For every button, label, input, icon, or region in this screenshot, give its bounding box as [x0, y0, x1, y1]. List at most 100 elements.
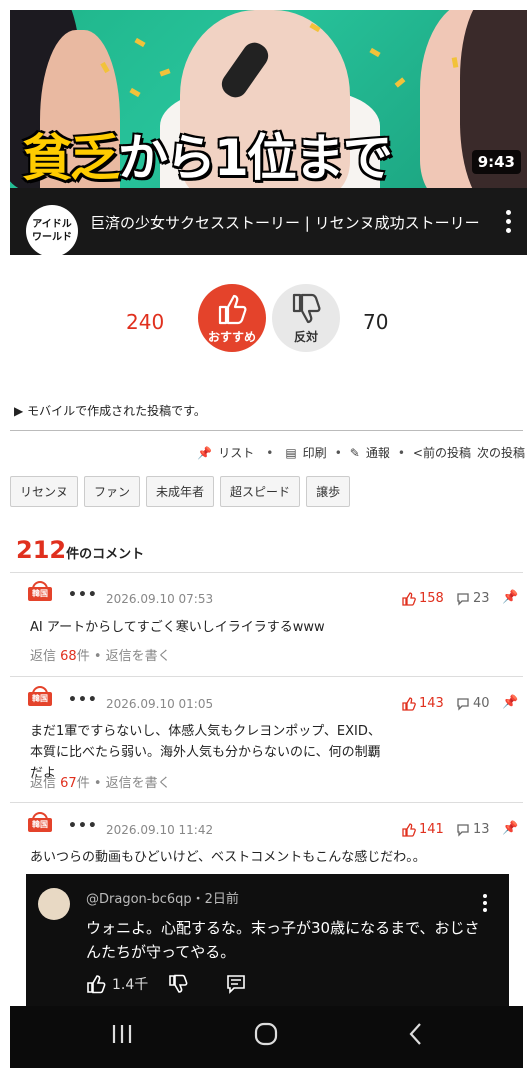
- comment-like-button[interactable]: 141: [402, 822, 444, 837]
- upvote-button[interactable]: おすすめ: [198, 284, 266, 352]
- tag-item[interactable]: 譲歩: [306, 476, 351, 507]
- comment-like-button[interactable]: 143: [402, 696, 444, 711]
- reply-count[interactable]: 67: [60, 776, 77, 791]
- reply-comment-icon: [227, 975, 246, 994]
- headline-white: から1位まで: [118, 129, 393, 187]
- tag-item[interactable]: ファン: [84, 476, 141, 507]
- home-icon[interactable]: [253, 1021, 279, 1047]
- comment-reply-count: 23: [473, 591, 490, 606]
- thumbs-up-icon: [402, 696, 416, 711]
- avatar: [38, 888, 70, 920]
- comment-reply-button[interactable]: 13: [456, 822, 490, 837]
- comment-like-count: 143: [419, 696, 444, 711]
- reply-prefix[interactable]: 返信: [30, 649, 56, 664]
- confetti-shape: [159, 68, 171, 77]
- confetti-shape: [369, 47, 381, 58]
- reply-prefix[interactable]: 返信: [30, 776, 56, 791]
- tag-item[interactable]: 超スピード: [220, 476, 301, 507]
- video-duration: 9:43: [471, 150, 521, 174]
- channel-avatar[interactable]: アイドル ワールド: [26, 205, 78, 255]
- prev-post-link[interactable]: <前の投稿: [413, 444, 471, 461]
- comment-reply-button[interactable]: 40: [456, 696, 490, 711]
- mobile-note-text: モバイルで作成された投稿です。: [27, 404, 206, 418]
- report-link[interactable]: 通報: [366, 444, 390, 461]
- country-badge-icon: 韓国: [28, 812, 52, 834]
- tag-list: リセンヌ ファン 未成年者 超スピード 譲歩: [10, 476, 351, 507]
- comment-meta: 返信 67件 • 返信を書く: [30, 772, 171, 791]
- thumbs-down-icon: [292, 293, 321, 324]
- mobile-post-note: ▶ モバイルで作成された投稿です。: [14, 402, 206, 419]
- speech-bubble-icon: [457, 592, 469, 606]
- comment-date: 2026.09.10 07:53: [106, 592, 214, 606]
- comment-date: 2026.09.10 11:42: [106, 823, 214, 837]
- back-icon[interactable]: [406, 1021, 426, 1047]
- comment-reply-button[interactable]: 23: [456, 591, 490, 606]
- list-link[interactable]: リスト: [218, 444, 254, 461]
- thumbnail-headline: 貧乏から1位まで: [22, 118, 393, 188]
- pin-icon[interactable]: 📌: [502, 695, 518, 710]
- play-arrow-icon: ▶: [14, 404, 24, 418]
- vote-section: 240 おすすめ 反対 70: [0, 282, 531, 362]
- comment-reply-count: 13: [473, 822, 490, 837]
- video-title[interactable]: 巨済の少女サクセスストーリー | リセンヌ成功ストーリー: [90, 212, 490, 233]
- separator-dot: •: [266, 445, 274, 460]
- system-nav-bar: [10, 1006, 523, 1068]
- separator-dot: •: [397, 445, 405, 460]
- print-icon: ▤: [285, 445, 297, 460]
- comment-count: 212件のコメント: [16, 536, 144, 564]
- reply-suffix[interactable]: 件: [77, 649, 90, 664]
- pin-icon[interactable]: 📌: [502, 821, 518, 836]
- next-post-link[interactable]: 次の投稿: [477, 444, 525, 461]
- yt-time: ・2日前: [191, 892, 239, 907]
- comment-item: 韓国 ••• 2026.09.10 01:05 143 40 📌 まだ1軍ですら…: [10, 676, 523, 802]
- comment-like-count: 158: [419, 591, 444, 606]
- country-badge-icon: 韓国: [28, 581, 52, 603]
- print-link[interactable]: 印刷: [303, 444, 327, 461]
- thumbs-up-icon: [402, 591, 416, 606]
- more-vert-icon: [483, 894, 489, 915]
- comment-meta: 返信 68件 • 返信を書く: [30, 645, 171, 664]
- speech-bubble-icon: [457, 697, 469, 711]
- downvote-button[interactable]: 反対: [272, 284, 340, 352]
- thumbs-up-icon: [218, 294, 247, 325]
- comment-text: あいつらの動画もひどいけど、ベストコメントもこんな感じだわ。。: [30, 850, 426, 865]
- comment-date: 2026.09.10 01:05: [106, 697, 214, 711]
- video-embed[interactable]: 貧乏から1位まで 9:43 アイドル ワールド 巨済の少女サクセスストーリー |…: [10, 10, 527, 255]
- reply-suffix[interactable]: 件: [77, 776, 90, 791]
- country-badge-icon: 韓国: [28, 686, 52, 708]
- write-reply-link[interactable]: 返信を書く: [106, 776, 171, 791]
- thumbs-up-icon: [87, 975, 106, 994]
- yt-like-count: 1.4千: [112, 977, 149, 993]
- separator-dot: •: [334, 445, 342, 460]
- report-icon: ✎: [349, 445, 360, 460]
- tag-item[interactable]: 未成年者: [146, 476, 215, 507]
- comment-more-icon[interactable]: •••: [68, 587, 98, 603]
- pin-icon[interactable]: 📌: [502, 590, 518, 605]
- comment-reply-count: 40: [473, 696, 490, 711]
- more-vert-icon[interactable]: [503, 210, 513, 238]
- youtube-comment-screenshot: @Dragon-bc6qp・2日前 ウォニよ。心配するな。末っ子が30歳になるま…: [26, 874, 509, 1006]
- comment-count-label: 件のコメント: [66, 547, 145, 562]
- pin-icon: 📌: [197, 445, 213, 460]
- yt-actions: 1.4千: [86, 974, 246, 994]
- separator-dot: •: [93, 649, 106, 664]
- comment-like-count: 141: [419, 822, 444, 837]
- upvote-count: 240: [126, 310, 165, 334]
- downvote-label: 反対: [293, 330, 318, 344]
- comment-more-icon[interactable]: •••: [68, 818, 98, 834]
- headline-yellow: 貧乏: [22, 129, 120, 187]
- recent-apps-icon[interactable]: [110, 1021, 134, 1047]
- reply-count[interactable]: 68: [60, 649, 77, 664]
- write-reply-link[interactable]: 返信を書く: [106, 649, 171, 664]
- separator-dot: •: [93, 776, 106, 791]
- post-toolbar: 📌 リスト • ▤ 印刷 • ✎ 通報 • <前の投稿 次の投稿: [197, 444, 525, 461]
- tag-item[interactable]: リセンヌ: [10, 476, 79, 507]
- comment-count-number: 212: [16, 536, 67, 564]
- comment-more-icon[interactable]: •••: [68, 692, 98, 708]
- comment-like-button[interactable]: 158: [402, 591, 444, 606]
- upvote-label: おすすめ: [207, 330, 256, 344]
- channel-avatar-text: アイドル ワールド: [32, 219, 72, 243]
- yt-comment-text: ウォニよ。心配するな。末っ子が30歳になるまで、おじさんたちが守ってやる。: [86, 919, 480, 961]
- thumbs-down-icon: [169, 974, 188, 993]
- video-thumbnail[interactable]: 貧乏から1位まで 9:43: [10, 10, 527, 188]
